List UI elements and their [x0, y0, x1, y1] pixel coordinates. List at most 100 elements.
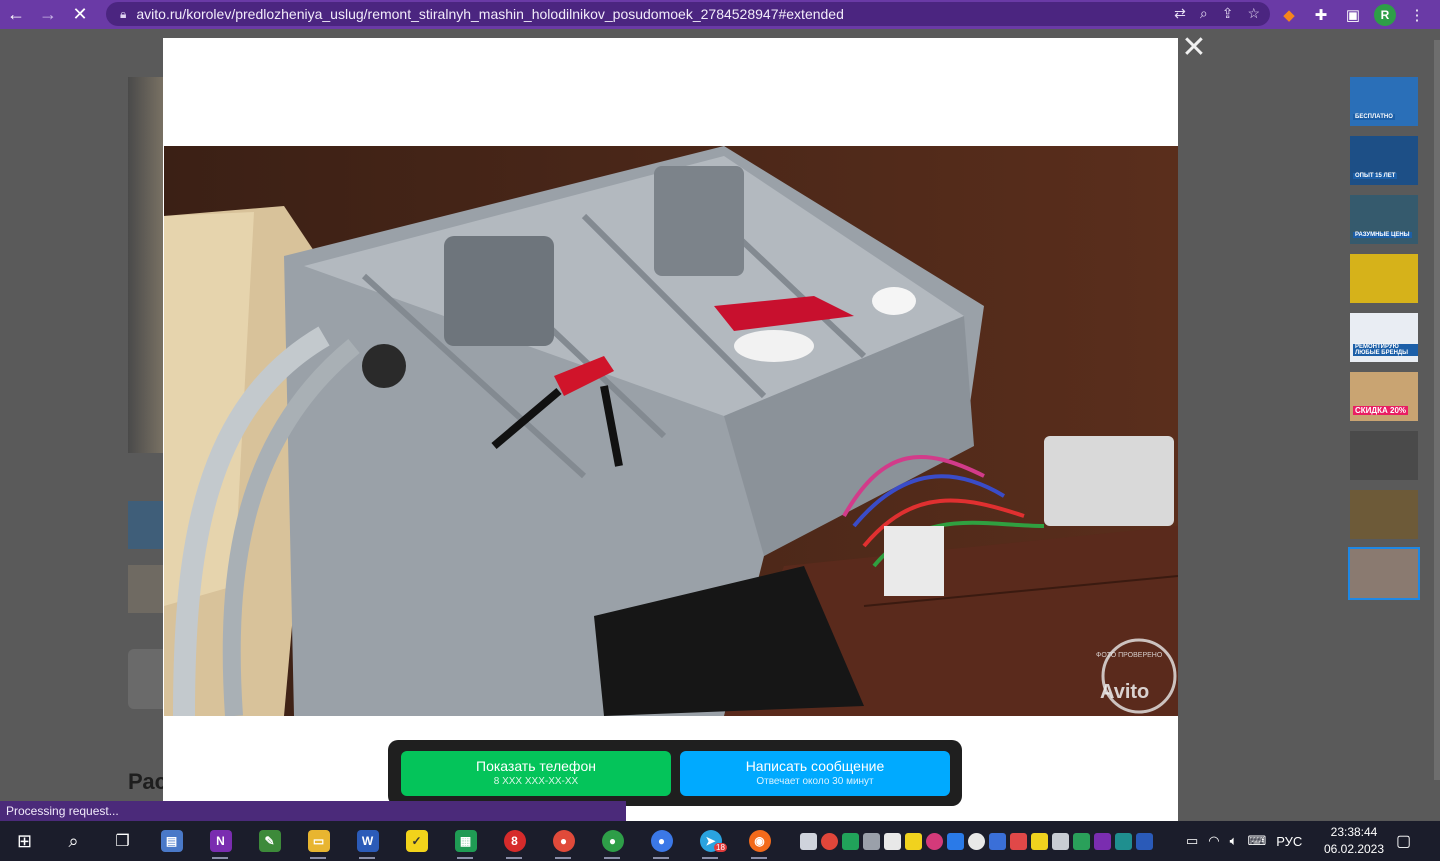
tray-app-badge-icon[interactable] — [989, 832, 1006, 850]
tray-cloud-icon[interactable] — [1136, 832, 1153, 850]
profile-avatar[interactable]: R — [1374, 3, 1396, 26]
task-view-icon: ❐ — [115, 833, 130, 850]
bookmark-star-icon[interactable]: ☆ — [1247, 5, 1260, 22]
address-bar[interactable]: 🔒︎ avito.ru/korolev/predlozheniya_uslug/… — [106, 2, 1270, 26]
system-status-icons: ▭ ◠ 🔈︎ ⌨ РУС — [1186, 821, 1302, 861]
wifi-icon[interactable]: ◠ — [1208, 833, 1219, 849]
chrome-icon: ● — [601, 830, 624, 852]
photo-verified-seal-text: ФОТО ПРОВЕРЕНО — [1096, 652, 1163, 659]
thumbnail-3[interactable]: РАЗУМНЫЕ ЦЕНЫ — [1350, 195, 1418, 244]
show-phone-label: Показать телефон — [476, 758, 596, 774]
thumbnail-caption: ОПЫТ 15 ЛЕТ — [1353, 173, 1398, 179]
search-button[interactable]: ⌕ — [49, 821, 98, 861]
thumbnail-caption: СКИДКА 20% — [1353, 406, 1409, 415]
thumbnail-7[interactable] — [1350, 431, 1418, 480]
language-indicator[interactable]: РУС — [1276, 834, 1302, 849]
thumbnail-6[interactable]: СКИДКА 20% — [1350, 372, 1418, 421]
tray-target-icon[interactable] — [926, 832, 943, 850]
zoom-icon[interactable]: ⌕ — [1200, 5, 1208, 22]
thumbnail-5[interactable]: РЕМОНТИРУЮ ЛЮБЫЕ БРЕНДЫ — [1350, 313, 1418, 362]
start-button[interactable]: ⊞ — [0, 821, 49, 861]
arrow-left-icon: ← — [7, 4, 25, 24]
tray-window-icon[interactable] — [1052, 832, 1069, 850]
write-message-button[interactable]: Написать сообщение Отвечает около 30 мин… — [680, 751, 950, 796]
taskbar-clock[interactable]: 23:38:44 06.02.2023 — [1322, 824, 1386, 858]
search-icon: ⌕ — [68, 830, 79, 851]
battery-icon[interactable]: ▭ — [1186, 833, 1198, 849]
tray-block-icon[interactable] — [968, 832, 985, 850]
thumbnail-1[interactable]: БЕСПЛАТНО — [1350, 77, 1418, 126]
sidepanel-icon[interactable]: ▣ — [1342, 6, 1364, 24]
tray-vpn-icon[interactable] — [1073, 832, 1090, 850]
notifications-button[interactable]: ▢ — [1396, 831, 1411, 851]
folder-icon: ▭ — [307, 830, 330, 852]
tray-shield-icon[interactable] — [842, 832, 859, 850]
taskbar-app-notes[interactable]: ▤ — [147, 821, 196, 861]
chrome-icon: ● — [552, 830, 575, 852]
taskbar-app-sheets[interactable]: ▦ — [441, 821, 490, 861]
tray-check-icon[interactable] — [1031, 832, 1048, 850]
background-thumbnail — [128, 565, 164, 613]
dishwasher-repair-photo — [164, 146, 1178, 716]
lock-icon: 🔒︎ — [120, 6, 127, 21]
taskbar-app-firefox[interactable]: ◉ — [735, 821, 784, 861]
thumbnail-9-active[interactable] — [1348, 547, 1420, 600]
chat-bubble-icon: ▢ — [1396, 833, 1412, 850]
tray-monitor-icon[interactable] — [863, 832, 880, 850]
volume-icon[interactable]: 🔈︎ — [1230, 833, 1238, 849]
stop-loading-button[interactable]: ✕ — [64, 0, 96, 29]
taskbar-app-chrome-2[interactable]: ● — [588, 821, 637, 861]
tray-file-icon[interactable] — [884, 832, 901, 850]
tray-notes-icon[interactable] — [905, 832, 922, 850]
browser-status-bubble: Processing request... — [0, 801, 626, 821]
tray-telegram-icon[interactable] — [800, 832, 817, 850]
contact-bar: Показать телефон 8 XXX XXX-XX-XX Написат… — [388, 740, 962, 806]
taskbar-app-telegram[interactable]: ➤ 18 — [686, 821, 735, 861]
taskbar-app-red[interactable]: 8 — [490, 821, 539, 861]
taskbar-app-word[interactable]: W — [343, 821, 392, 861]
masked-phone-number: 8 XXX XXX-XX-XX — [493, 776, 579, 787]
keyboard-icon[interactable]: ⌨ — [1247, 833, 1266, 849]
background-thumbnail — [128, 501, 164, 549]
thumbnail-caption: РЕМОНТИРУЮ ЛЮБЫЕ БРЕНДЫ — [1353, 344, 1418, 356]
background-heading: Рас — [128, 769, 167, 794]
avito-watermark: Avito — [1100, 681, 1150, 703]
task-view-button[interactable]: ❐ — [98, 821, 147, 861]
menu-kebab-icon[interactable]: ⋮ — [1406, 6, 1428, 24]
arrow-right-icon: → — [39, 4, 57, 24]
sticky-notes-icon: ✓ — [405, 830, 428, 852]
windows-taskbar: ⊞ ⌕ ❐ ▤ N ✎ ▭ W ✓ ▦ 8 ● ● ● ➤ 18 ◉ ▭ ◠ 🔈… — [0, 821, 1440, 861]
editor-app-icon: ✎ — [258, 830, 281, 852]
thumbnail-strip: БЕСПЛАТНО ОПЫТ 15 ЛЕТ РАЗУМНЫЕ ЦЕНЫ РЕМО… — [1348, 77, 1420, 608]
tray-onenote-icon[interactable] — [1094, 832, 1111, 850]
taskbar-app-chrome-3[interactable]: ● — [637, 821, 686, 861]
clock-time: 23:38:44 — [1330, 825, 1378, 839]
thumbnail-caption: РАЗУМНЫЕ ЦЕНЫ — [1353, 232, 1412, 238]
thumbnail-4[interactable] — [1350, 254, 1418, 303]
taskbar-app-onenote[interactable]: N — [196, 821, 245, 861]
gallery-main-photo[interactable]: Avito ФОТО ПРОВЕРЕНО — [164, 146, 1178, 716]
taskbar-app-sticky-notes[interactable]: ✓ — [392, 821, 441, 861]
taskbar-app-chrome-1[interactable]: ● — [539, 821, 588, 861]
tray-snip-icon[interactable] — [947, 832, 964, 850]
thumbnail-2[interactable]: ОПЫТ 15 ЛЕТ — [1350, 136, 1418, 185]
thumbnail-8[interactable] — [1350, 490, 1418, 539]
browser-toolbar: ← → ✕ 🔒︎ avito.ru/korolev/predlozheniya_… — [0, 0, 1440, 29]
background-main-image — [128, 77, 164, 453]
forward-button[interactable]: → — [32, 0, 64, 29]
notes-app-icon: ▤ — [160, 830, 183, 852]
tray-pdf-icon[interactable] — [1010, 832, 1027, 850]
taskbar-app-explorer[interactable]: ▭ — [294, 821, 343, 861]
show-phone-button[interactable]: Показать телефон 8 XXX XXX-XX-XX — [401, 751, 671, 796]
url-text: avito.ru/korolev/predlozheniya_uslug/rem… — [136, 6, 844, 22]
extensions-puzzle-icon[interactable]: ✚ — [1310, 6, 1332, 24]
back-button[interactable]: ← — [0, 0, 32, 29]
share-icon[interactable]: ⇪ — [1222, 5, 1234, 22]
close-gallery-button[interactable]: ✕ — [1180, 33, 1208, 63]
metamask-extension-icon[interactable]: ◆ — [1278, 6, 1300, 24]
tray-fx-icon[interactable] — [1115, 832, 1132, 850]
page-scrollbar[interactable] — [1434, 40, 1440, 780]
translate-icon[interactable]: ⇄ — [1174, 5, 1186, 22]
tray-browser-icon[interactable] — [821, 832, 838, 850]
taskbar-app-editor[interactable]: ✎ — [245, 821, 294, 861]
